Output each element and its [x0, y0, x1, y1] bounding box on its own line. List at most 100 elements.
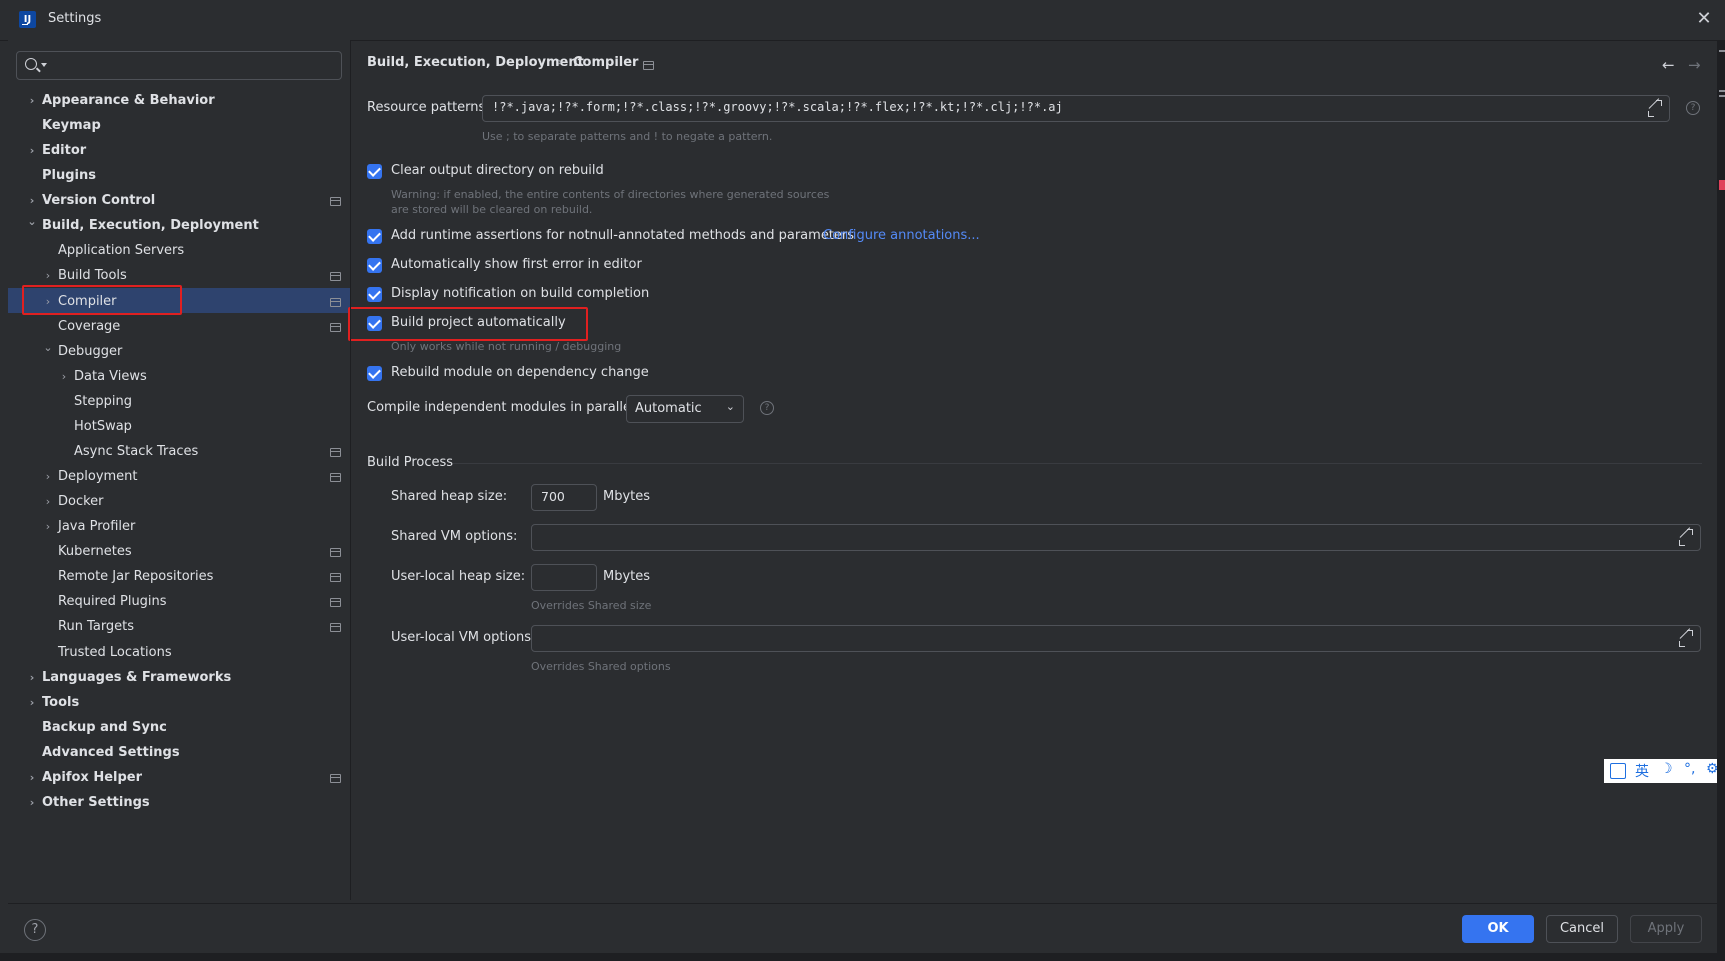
- background-window-edge: [1717, 40, 1725, 961]
- show-first-error-label[interactable]: Automatically show first error in editor: [391, 257, 642, 272]
- back-arrow-icon[interactable]: ←: [1662, 56, 1675, 74]
- shared-heap-input[interactable]: 700: [531, 484, 597, 511]
- sidebar-item-hotswap[interactable]: HotSwap: [0, 414, 350, 439]
- chevron-down-icon[interactable]: ⌄: [42, 339, 54, 364]
- build-automatically-label[interactable]: Build project automatically: [391, 315, 566, 330]
- sidebar-item-required-plugins[interactable]: Required Plugins: [0, 589, 350, 614]
- user-heap-input[interactable]: [531, 564, 597, 591]
- search-options-chevron-icon[interactable]: [41, 63, 47, 67]
- shared-heap-label: Shared heap size:: [391, 489, 508, 504]
- chevron-right-icon[interactable]: ›: [42, 514, 54, 539]
- sidebar-item-label: Build, Execution, Deployment: [42, 218, 259, 233]
- search-input[interactable]: [16, 51, 342, 80]
- sidebar-item-application-servers[interactable]: Application Servers: [0, 238, 350, 263]
- sidebar-item-label: Docker: [58, 494, 104, 509]
- sidebar-item-java-profiler[interactable]: › Java Profiler: [0, 514, 350, 539]
- sidebar-item-label: Appearance & Behavior: [42, 93, 215, 108]
- ime-switch-icon[interactable]: [1610, 763, 1626, 779]
- sidebar-item-label: Other Settings: [42, 795, 150, 810]
- ime-language-indicator[interactable]: 英: [1635, 761, 1649, 781]
- parallel-label: Compile independent modules in parallel:: [367, 400, 639, 415]
- project-level-icon: [330, 598, 341, 607]
- sidebar-item-advanced-settings[interactable]: Advanced Settings: [0, 740, 350, 765]
- sidebar-item-run-targets[interactable]: Run Targets: [0, 614, 350, 639]
- expand-icon[interactable]: [1679, 529, 1693, 546]
- sidebar-item-docker[interactable]: › Docker: [0, 489, 350, 514]
- help-button[interactable]: ?: [24, 919, 46, 941]
- cancel-button[interactable]: Cancel: [1546, 915, 1618, 943]
- apply-button[interactable]: Apply: [1630, 915, 1702, 943]
- sidebar-item-appearance-behavior[interactable]: › Appearance & Behavior: [0, 88, 350, 113]
- sidebar-item-debugger[interactable]: ⌄ Debugger: [0, 339, 350, 364]
- ime-moon-icon[interactable]: ☽: [1660, 761, 1673, 777]
- sidebar-item-version-control[interactable]: › Version Control: [0, 188, 350, 213]
- help-icon[interactable]: ?: [1686, 101, 1700, 115]
- expand-icon[interactable]: [1679, 630, 1693, 647]
- rebuild-module-checkbox[interactable]: [367, 366, 382, 381]
- sidebar-item-async-stack-traces[interactable]: Async Stack Traces: [0, 439, 350, 464]
- user-vm-input[interactable]: [531, 625, 1701, 652]
- sidebar-item-stepping[interactable]: Stepping: [0, 389, 350, 414]
- chevron-right-icon[interactable]: ›: [26, 188, 38, 213]
- project-level-icon: [330, 623, 341, 632]
- sidebar-item-coverage[interactable]: Coverage: [0, 314, 350, 339]
- sidebar-item-deployment[interactable]: › Deployment: [0, 464, 350, 489]
- parallel-dropdown[interactable]: Automatic ⌄: [626, 395, 744, 423]
- clear-output-hint-line2: are stored will be cleared on rebuild.: [391, 203, 593, 216]
- sidebar-item-editor[interactable]: › Editor: [0, 138, 350, 163]
- sidebar-item-trusted-locations[interactable]: Trusted Locations: [0, 640, 350, 665]
- user-vm-hint: Overrides Shared options: [531, 660, 671, 673]
- footer-divider: [8, 903, 1717, 904]
- sidebar-item-keymap[interactable]: Keymap: [0, 113, 350, 138]
- project-level-icon: [330, 473, 341, 482]
- resource-patterns-hint: Use ; to separate patterns and ! to nega…: [482, 130, 773, 143]
- build-automatically-checkbox[interactable]: [367, 316, 382, 331]
- sidebar-item-data-views[interactable]: › Data Views: [0, 364, 350, 389]
- show-first-error-checkbox[interactable]: [367, 258, 382, 273]
- breadcrumb-parent[interactable]: Build, Execution, Deployment: [367, 55, 584, 70]
- configure-annotations-link[interactable]: Configure annotations...: [823, 228, 980, 243]
- sidebar-item-languages-frameworks[interactable]: › Languages & Frameworks: [0, 665, 350, 690]
- sidebar-item-apifox-helper[interactable]: › Apifox Helper: [0, 765, 350, 790]
- expand-icon[interactable]: [1648, 100, 1662, 117]
- forward-arrow-icon[interactable]: →: [1688, 56, 1701, 74]
- sidebar-item-backup-and-sync[interactable]: Backup and Sync: [0, 715, 350, 740]
- sidebar-item-other-settings[interactable]: › Other Settings: [0, 790, 350, 815]
- shared-heap-value: 700: [541, 489, 565, 504]
- sidebar-item-label: Async Stack Traces: [74, 444, 199, 459]
- sidebar-item-label: HotSwap: [74, 419, 132, 434]
- sidebar-item-label: Stepping: [74, 394, 132, 409]
- chevron-right-icon[interactable]: ›: [26, 690, 38, 715]
- sidebar-item-kubernetes[interactable]: Kubernetes: [0, 539, 350, 564]
- build-automatically-hint: Only works while not running / debugging: [391, 340, 622, 353]
- chevron-right-icon[interactable]: ›: [42, 464, 54, 489]
- display-notification-label[interactable]: Display notification on build completion: [391, 286, 649, 301]
- resource-patterns-input[interactable]: !?*.java;!?*.form;!?*.class;!?*.groovy;!…: [482, 95, 1670, 122]
- chevron-right-icon[interactable]: ›: [26, 765, 38, 790]
- display-notification-checkbox[interactable]: [367, 287, 382, 302]
- sidebar-item-plugins[interactable]: Plugins: [0, 163, 350, 188]
- project-level-icon: [330, 298, 341, 307]
- runtime-assertions-checkbox[interactable]: [367, 229, 382, 244]
- chevron-right-icon[interactable]: ›: [42, 489, 54, 514]
- parallel-selected-value: Automatic: [635, 401, 702, 416]
- runtime-assertions-label[interactable]: Add runtime assertions for notnull-annot…: [391, 228, 854, 243]
- clear-output-label[interactable]: Clear output directory on rebuild: [391, 163, 604, 178]
- ime-punctuation-icon[interactable]: °,: [1684, 761, 1695, 777]
- chevron-down-icon[interactable]: ⌄: [26, 213, 38, 238]
- clear-output-checkbox[interactable]: [367, 164, 382, 179]
- sidebar-item-build-execution-deployment[interactable]: ⌄ Build, Execution, Deployment: [0, 213, 350, 238]
- chevron-right-icon[interactable]: ›: [26, 138, 38, 163]
- sidebar-item-tools[interactable]: › Tools: [0, 690, 350, 715]
- shared-vm-input[interactable]: [531, 524, 1701, 551]
- chevron-right-icon[interactable]: ›: [58, 364, 70, 389]
- ok-button[interactable]: OK: [1462, 915, 1534, 943]
- chevron-right-icon[interactable]: ›: [26, 88, 38, 113]
- parallel-help-icon[interactable]: ?: [760, 401, 774, 415]
- close-icon[interactable]: ✕: [1693, 8, 1715, 30]
- chevron-right-icon[interactable]: ›: [26, 665, 38, 690]
- sidebar-item-remote-jar-repositories[interactable]: Remote Jar Repositories: [0, 564, 350, 589]
- chevron-right-icon[interactable]: ›: [26, 790, 38, 815]
- rebuild-module-label[interactable]: Rebuild module on dependency change: [391, 365, 649, 380]
- project-level-icon: [330, 548, 341, 557]
